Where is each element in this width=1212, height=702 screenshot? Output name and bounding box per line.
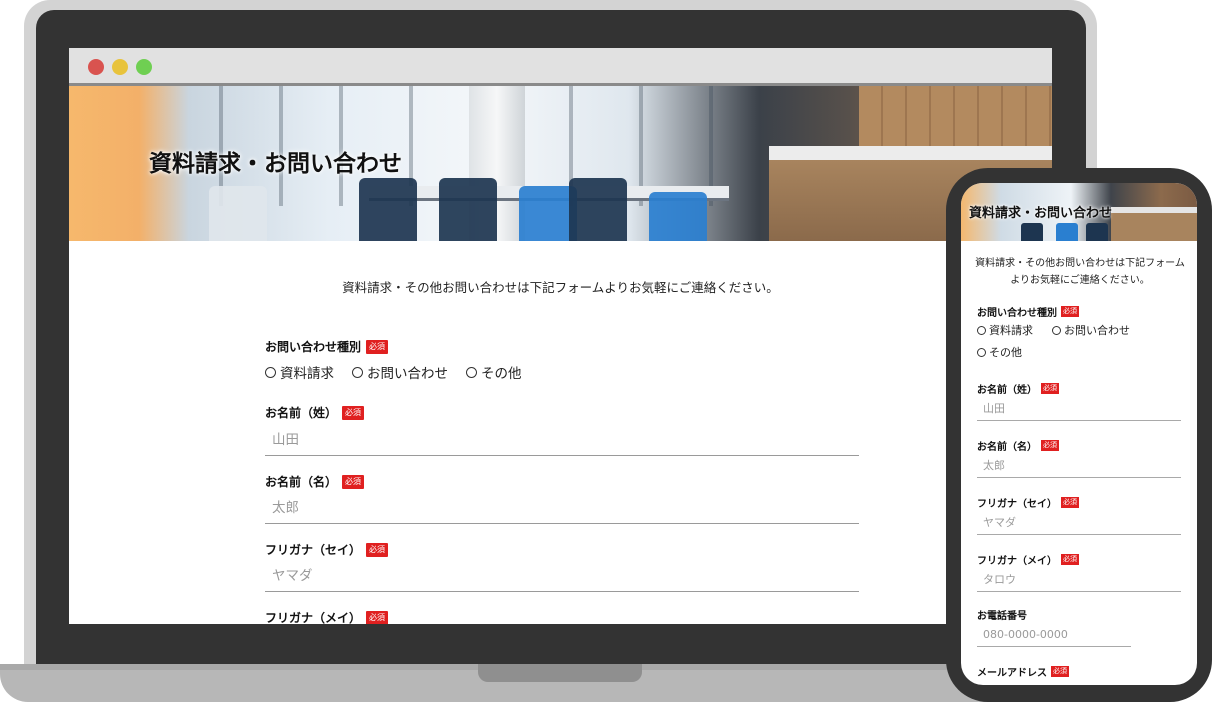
label-text: お問い合わせ種別 [977,308,1057,319]
mobile-radio-option-other[interactable]: その他 [977,344,1022,360]
radio-option-inquiry[interactable]: お問い合わせ [352,362,448,382]
mobile-inquiry-type-label: お問い合わせ種別 必須 [977,304,1079,319]
mobile-radio-option-inquiry[interactable]: お問い合わせ [1052,322,1130,338]
required-badge: 必須 [342,474,365,489]
inquiry-type-label: お問い合わせ種別 必須 [265,338,389,355]
phone-frame: 資料請求・お問い合わせ 資料請求・その他お問い合わせは下記フォーム よりお気軽に… [946,168,1212,702]
first-name-input[interactable] [265,492,859,524]
hero-banner: 資料請求・お問い合わせ [69,86,1052,241]
page-title: 資料請求・お問い合わせ [149,151,402,177]
office-counter [1111,207,1197,241]
first-name-kana-label-text: フリガナ（メイ） [265,611,362,624]
office-chair [1021,223,1043,241]
mobile-last-name-input[interactable] [977,397,1181,421]
wood-wall [859,86,1052,146]
required-badge: 必須 [1041,440,1059,451]
mobile-screen: 資料請求・お問い合わせ 資料請求・その他お問い合わせは下記フォーム よりお気軽に… [961,183,1197,685]
mobile-intro-text: 資料請求・その他お問い合わせは下記フォーム よりお気軽にご連絡ください。 [969,255,1191,289]
radio-circle-icon[interactable] [1052,325,1061,335]
radio-label: お問い合わせ [1064,324,1130,337]
mobile-last-name-label: お名前（姓） 必須 [977,381,1059,396]
last-name-label-text: お名前（姓） [265,406,338,420]
office-chair [359,178,417,241]
required-badge: 必須 [1061,554,1079,565]
minimize-window-dot[interactable] [112,59,128,75]
required-badge: 必須 [1051,666,1069,677]
mobile-email-label: メールアドレス 必須 [977,664,1069,679]
mobile-last-name-kana-label: フリガナ（セイ） 必須 [977,495,1079,510]
required-badge: 必須 [366,610,389,624]
required-badge: 必須 [1061,497,1079,508]
required-badge: 必須 [366,542,389,557]
mobile-phone-input[interactable] [977,623,1131,647]
office-chair [1086,223,1108,241]
radio-label: 資料請求 [280,366,334,382]
inquiry-type-label-text: お問い合わせ種別 [265,340,362,354]
radio-option-document-request[interactable]: 資料請求 [265,362,334,382]
office-chair [209,186,267,241]
mobile-first-name-input[interactable] [977,454,1181,478]
label-text: フリガナ（メイ） [977,556,1057,567]
office-chair [649,192,707,241]
mobile-radio-option-document-request[interactable]: 資料請求 [977,322,1033,338]
browser-titlebar [69,48,1052,86]
radio-label: 資料請求 [989,324,1033,337]
radio-circle-icon[interactable] [977,325,986,335]
radio-option-other[interactable]: その他 [466,362,522,382]
close-window-dot[interactable] [88,59,104,75]
office-chair [1056,223,1078,241]
radio-circle-icon[interactable] [265,366,276,378]
mobile-last-name-kana-input[interactable] [977,511,1181,535]
office-chair [569,178,627,241]
radio-circle-icon[interactable] [977,347,986,357]
first-name-label: お名前（名） 必須 [265,473,365,490]
first-name-kana-label: フリガナ（メイ） 必須 [265,609,389,624]
radio-label: その他 [481,366,522,382]
label-text: お電話番号 [977,611,1027,622]
last-name-kana-input[interactable] [265,560,859,592]
intro-line: 資料請求・その他お問い合わせは下記フォーム [975,258,1185,269]
radio-circle-icon[interactable] [466,366,477,378]
inquiry-type-radio-group: 資料請求 お問い合わせ その他 [265,362,522,382]
maximize-window-dot[interactable] [136,59,152,75]
mobile-hero-banner: 資料請求・お問い合わせ [961,183,1197,241]
last-name-kana-label-text: フリガナ（セイ） [265,543,362,557]
first-name-label-text: お名前（名） [265,475,338,489]
last-name-label: お名前（姓） 必須 [265,404,365,421]
required-badge: 必須 [1041,383,1059,394]
mobile-first-name-kana-input[interactable] [977,568,1181,592]
label-text: お名前（名） [977,442,1037,453]
intro-line: よりお気軽にご連絡ください。 [1010,275,1150,286]
desktop-screen: 資料請求・お問い合わせ 資料請求・その他お問い合わせは下記フォームよりお気軽にご… [69,48,1052,624]
radio-label: お問い合わせ [367,366,448,382]
required-badge: 必須 [1061,306,1079,317]
radio-label: その他 [989,346,1022,359]
mobile-phone-label: お電話番号 [977,607,1027,622]
label-text: お名前（姓） [977,385,1037,396]
intro-text: 資料請求・その他お問い合わせは下記フォームよりお気軽にご連絡ください。 [342,280,779,295]
office-chair [439,178,497,241]
last-name-input[interactable] [265,424,859,456]
radio-circle-icon[interactable] [352,366,363,378]
mobile-first-name-label: お名前（名） 必須 [977,438,1059,453]
label-text: メールアドレス [977,668,1047,679]
last-name-kana-label: フリガナ（セイ） 必須 [265,541,389,558]
required-badge: 必須 [342,405,365,420]
required-badge: 必須 [366,339,389,354]
mobile-first-name-kana-label: フリガナ（メイ） 必須 [977,552,1079,567]
mobile-page-title: 資料請求・お問い合わせ [969,206,1113,221]
laptop-notch [478,664,642,682]
label-text: フリガナ（セイ） [977,499,1057,510]
